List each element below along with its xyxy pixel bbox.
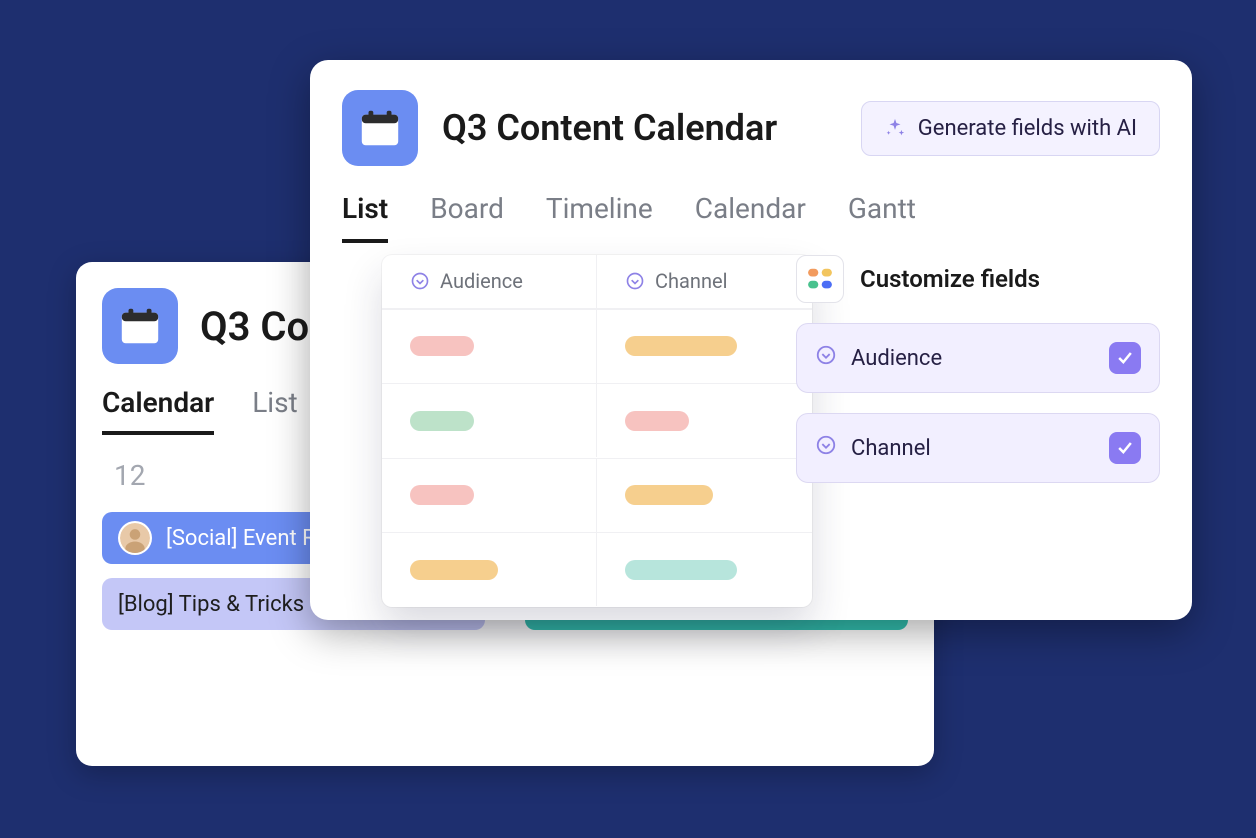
table-cell[interactable]: [597, 532, 812, 606]
generate-fields-ai-button[interactable]: Generate fields with AI: [861, 101, 1160, 156]
tag-pill: [410, 560, 498, 580]
calendar-icon: [117, 303, 163, 349]
column-header-audience[interactable]: Audience: [382, 255, 597, 309]
fields-table: Audience Channel: [382, 255, 812, 607]
front-title: Q3 Content Calendar: [442, 107, 837, 149]
front-header: Q3 Content Calendar Generate fields with…: [342, 90, 1160, 166]
table-cell[interactable]: [597, 309, 812, 383]
field-row-audience[interactable]: Audience: [796, 323, 1160, 393]
tab-calendar[interactable]: Calendar: [102, 386, 214, 435]
tag-pill: [625, 560, 737, 580]
event-label: [Blog] Tips & Tricks: [118, 592, 304, 617]
customize-fields-icon: [796, 255, 844, 303]
field-label: Channel: [851, 436, 931, 461]
tab-calendar[interactable]: Calendar: [695, 192, 806, 243]
chevron-down-circle-icon: [410, 271, 430, 291]
tab-gantt[interactable]: Gantt: [848, 192, 916, 243]
column-header-channel[interactable]: Channel: [597, 255, 812, 309]
table-cell[interactable]: [597, 383, 812, 457]
customize-fields-panel: Customize fields Audience Channel: [796, 255, 1160, 483]
tab-board[interactable]: Board: [430, 192, 504, 243]
header-label: Audience: [440, 269, 523, 293]
chevron-down-circle-icon: [625, 271, 645, 291]
tag-pill: [410, 336, 474, 356]
field-label: Audience: [851, 346, 942, 371]
table-cell[interactable]: [382, 458, 597, 532]
front-tabs: List Board Timeline Calendar Gantt: [342, 192, 1160, 243]
calendar-card-front: Q3 Content Calendar Generate fields with…: [310, 60, 1192, 620]
table-cell[interactable]: [382, 309, 597, 383]
tab-timeline[interactable]: Timeline: [546, 192, 653, 243]
table-cell[interactable]: [382, 532, 597, 606]
ai-button-label: Generate fields with AI: [918, 116, 1137, 141]
color-grid-icon: [803, 262, 837, 296]
checkbox-checked[interactable]: [1109, 432, 1141, 464]
check-icon: [1115, 348, 1135, 368]
tab-list[interactable]: List: [342, 192, 388, 243]
check-icon: [1115, 438, 1135, 458]
tag-pill: [410, 485, 474, 505]
chevron-down-circle-icon: [815, 344, 837, 372]
canvas: Q3 Content Calendar Calendar List 12 [So…: [0, 0, 1256, 838]
tag-pill: [625, 411, 689, 431]
customize-fields-title: Customize fields: [860, 265, 1040, 293]
sparkle-icon: [884, 117, 906, 139]
table-cell[interactable]: [597, 458, 812, 532]
calendar-icon: [357, 105, 403, 151]
tab-list[interactable]: List: [252, 386, 298, 435]
table-cell[interactable]: [382, 383, 597, 457]
customize-fields-header: Customize fields: [796, 255, 1160, 303]
tag-pill: [410, 411, 474, 431]
tag-pill: [625, 336, 737, 356]
chevron-down-circle-icon: [815, 434, 837, 462]
header-label: Channel: [655, 269, 727, 293]
calendar-app-icon: [102, 288, 178, 364]
checkbox-checked[interactable]: [1109, 342, 1141, 374]
field-row-channel[interactable]: Channel: [796, 413, 1160, 483]
calendar-app-icon: [342, 90, 418, 166]
avatar: [118, 521, 152, 555]
tag-pill: [625, 485, 713, 505]
